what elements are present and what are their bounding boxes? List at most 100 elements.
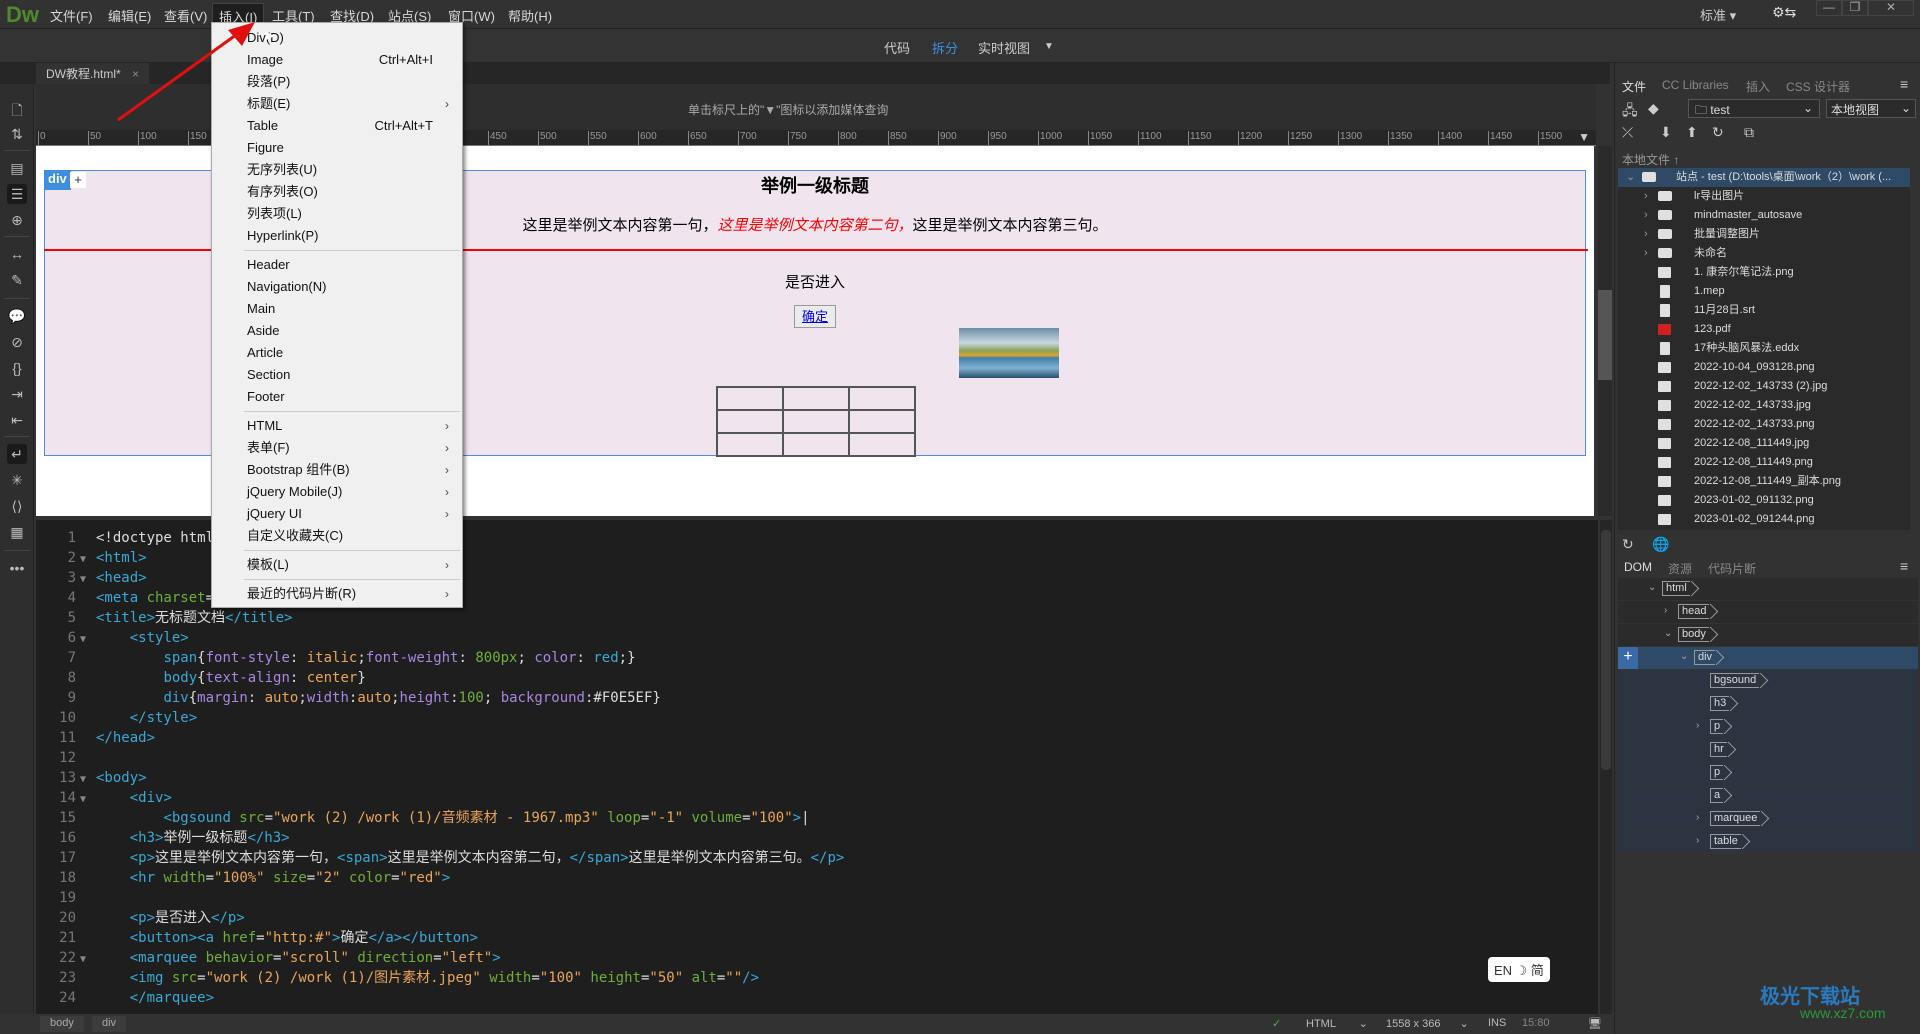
- local-files-header[interactable]: 本地文件 ↑: [1622, 151, 1679, 168]
- dom-tag[interactable]: p: [1710, 719, 1724, 734]
- file-item[interactable]: 123.pdf: [1618, 320, 1910, 339]
- table-cell[interactable]: [848, 409, 916, 434]
- tab-insert[interactable]: 插入: [1746, 78, 1770, 95]
- confirm-button[interactable]: 确定: [794, 305, 836, 328]
- file-item[interactable]: › 批量调整图片: [1618, 225, 1910, 244]
- file-item[interactable]: 17种头脑风暴法.eddx: [1618, 339, 1910, 358]
- put-files-icon[interactable]: ⬆: [1686, 124, 1698, 141]
- code-line[interactable]: 24 </marquee>: [36, 988, 214, 1008]
- refresh-icon[interactable]: ↻: [1712, 124, 1724, 141]
- menu-0[interactable]: 文件(F): [46, 6, 97, 25]
- split-view-tab[interactable]: 拆分: [932, 38, 958, 57]
- code-line[interactable]: 5 <title>无标题文档</title>: [36, 608, 293, 628]
- chevron-right-icon[interactable]: ›: [1664, 605, 1667, 616]
- file-item[interactable]: › mindmaster_autosave: [1618, 206, 1910, 225]
- fold-toggle-icon[interactable]: ▼: [80, 550, 96, 570]
- breadcrumb-div[interactable]: div: [92, 1016, 127, 1032]
- dom-node[interactable]: ⌄ body: [1618, 624, 1918, 647]
- window-size-select[interactable]: 1558 x 366 ⌄: [1386, 1017, 1469, 1030]
- table-cell[interactable]: [716, 386, 784, 411]
- apply-comment-icon[interactable]: 💬: [7, 306, 27, 326]
- insert-menu-item[interactable]: Hyperlink(P): [247, 225, 457, 247]
- menu-8[interactable]: 帮助(H): [504, 6, 556, 25]
- dom-tag[interactable]: marquee: [1710, 811, 1761, 826]
- fold-toggle-icon[interactable]: ▼: [80, 790, 96, 810]
- insert-menu-item[interactable]: jQuery Mobile(J) ›: [247, 481, 457, 503]
- inspect-icon[interactable]: ⊕: [7, 210, 27, 230]
- git-icon[interactable]: ◆: [1648, 100, 1659, 117]
- dom-tag[interactable]: table: [1710, 834, 1741, 849]
- insert-menu-item[interactable]: Div(D): [247, 27, 457, 49]
- insert-menu-item[interactable]: Section: [247, 364, 457, 386]
- tab-snippets[interactable]: 代码片断: [1708, 560, 1756, 577]
- code-line[interactable]: 7 span{font-style: italic;font-weight: 8…: [36, 648, 636, 668]
- chevron-right-icon[interactable]: ›: [1644, 187, 1648, 206]
- insert-menu-item[interactable]: 最近的代码片断(R) ›: [247, 583, 457, 605]
- insert-menu-item[interactable]: 列表项(L): [247, 203, 457, 225]
- panel-menu-icon[interactable]: ≡: [1900, 558, 1908, 574]
- code-line[interactable]: 18 <hr width="100%" size="2" color="red"…: [36, 868, 450, 888]
- insert-menu-item[interactable]: 无序列表(U): [247, 159, 457, 181]
- code-line[interactable]: 1 <!doctype html>: [36, 528, 223, 548]
- breadcrumb-body[interactable]: body: [40, 1016, 84, 1032]
- connect-server-icon[interactable]: 🖧: [1622, 100, 1638, 124]
- file-item[interactable]: 2023-01-02_091132.png: [1618, 491, 1910, 510]
- close-button[interactable]: ✕: [1868, 0, 1914, 16]
- code-line[interactable]: 19: [36, 888, 96, 908]
- file-item[interactable]: 2022-12-02_143733.png: [1618, 415, 1910, 434]
- insert-menu-item[interactable]: Main: [247, 298, 457, 320]
- table-cell[interactable]: [716, 432, 784, 457]
- code-line[interactable]: 8 body{text-align: center}: [36, 668, 366, 688]
- insert-menu-item[interactable]: Figure: [247, 137, 457, 159]
- dom-node[interactable]: bgsound: [1618, 670, 1918, 693]
- code-line[interactable]: 9 div{margin: auto;width:auto;height:100…: [36, 688, 661, 708]
- insert-menu-item[interactable]: 标题(E) ›: [247, 93, 457, 115]
- live-preview-icon[interactable]: ▤: [7, 158, 27, 178]
- code-line[interactable]: 17 <p>这里是举例文本内容第一句，<span>这里是举例文本内容第二句，</…: [36, 848, 844, 868]
- more-icon[interactable]: •••: [7, 558, 27, 578]
- file-item[interactable]: 2022-12-08_111449_副本.png: [1618, 472, 1910, 491]
- insert-menu-item[interactable]: Table Ctrl+Alt+T: [247, 115, 457, 137]
- dom-node[interactable]: › marquee: [1618, 808, 1918, 831]
- tab-files[interactable]: 文件: [1622, 78, 1646, 95]
- site-info-icon[interactable]: 🌐: [1652, 536, 1669, 553]
- file-item[interactable]: 2023-01-02_091244.png: [1618, 510, 1910, 529]
- design-table[interactable]: [716, 386, 916, 457]
- table-cell[interactable]: [848, 432, 916, 457]
- expand-icon[interactable]: ↔: [7, 244, 27, 264]
- table-cell[interactable]: [782, 432, 850, 457]
- get-files-icon[interactable]: ⬇: [1660, 124, 1672, 141]
- table-cell[interactable]: [782, 409, 850, 434]
- dom-node[interactable]: h3: [1618, 693, 1918, 716]
- file-item[interactable]: 2022-12-08_111449.png: [1618, 453, 1910, 472]
- file-item[interactable]: 2022-12-02_143733.jpg: [1618, 396, 1910, 415]
- workspace-select[interactable]: 标准 ▾: [1700, 5, 1736, 24]
- remove-comment-icon[interactable]: ⊘: [7, 332, 27, 352]
- code-scrollbar-thumb[interactable]: [1601, 530, 1611, 770]
- table-cell[interactable]: [716, 409, 784, 434]
- dom-tag[interactable]: html: [1662, 581, 1690, 596]
- chevron-down-icon[interactable]: ⌄: [1680, 651, 1688, 662]
- insert-menu-item[interactable]: 段落(P): [247, 71, 457, 93]
- file-item[interactable]: 11月28日.srt: [1618, 301, 1910, 320]
- table-cell[interactable]: [782, 386, 850, 411]
- file-tree-root[interactable]: ⌄ 站点 - test (D:\tools\桌面\work（2）\work (..…: [1618, 168, 1910, 187]
- panel-menu-icon[interactable]: ≡: [1900, 76, 1908, 92]
- insert-menu-item[interactable]: Bootstrap 组件(B) ›: [247, 459, 457, 481]
- indent-icon[interactable]: ⇥: [7, 384, 27, 404]
- fold-toggle-icon[interactable]: ▼: [80, 950, 96, 970]
- chevron-right-icon[interactable]: ›: [1696, 812, 1699, 823]
- chevron-down-icon[interactable]: ⌄: [1648, 582, 1656, 593]
- file-item[interactable]: 1.mep: [1618, 282, 1910, 301]
- insert-menu-item[interactable]: Article: [247, 342, 457, 364]
- table-cell[interactable]: [848, 386, 916, 411]
- code-line[interactable]: 12: [36, 748, 96, 768]
- insert-menu-item[interactable]: 模板(L) ›: [247, 554, 457, 576]
- dom-tree[interactable]: ⌄ html › head ⌄ body ⌄ div bgsound h3 › p hr p a › marqu…: [1618, 578, 1918, 854]
- dom-node[interactable]: › p: [1618, 716, 1918, 739]
- new-file-icon[interactable]: 🗋: [7, 100, 27, 120]
- doc-type-select[interactable]: HTML ⌄: [1306, 1017, 1368, 1030]
- code-line[interactable]: 2 ▼ <html>: [36, 548, 147, 568]
- code-line[interactable]: 15 <bgsound src="work (2) /work (1)/音频素材…: [36, 808, 809, 828]
- refresh-icon[interactable]: ↻: [1622, 536, 1634, 553]
